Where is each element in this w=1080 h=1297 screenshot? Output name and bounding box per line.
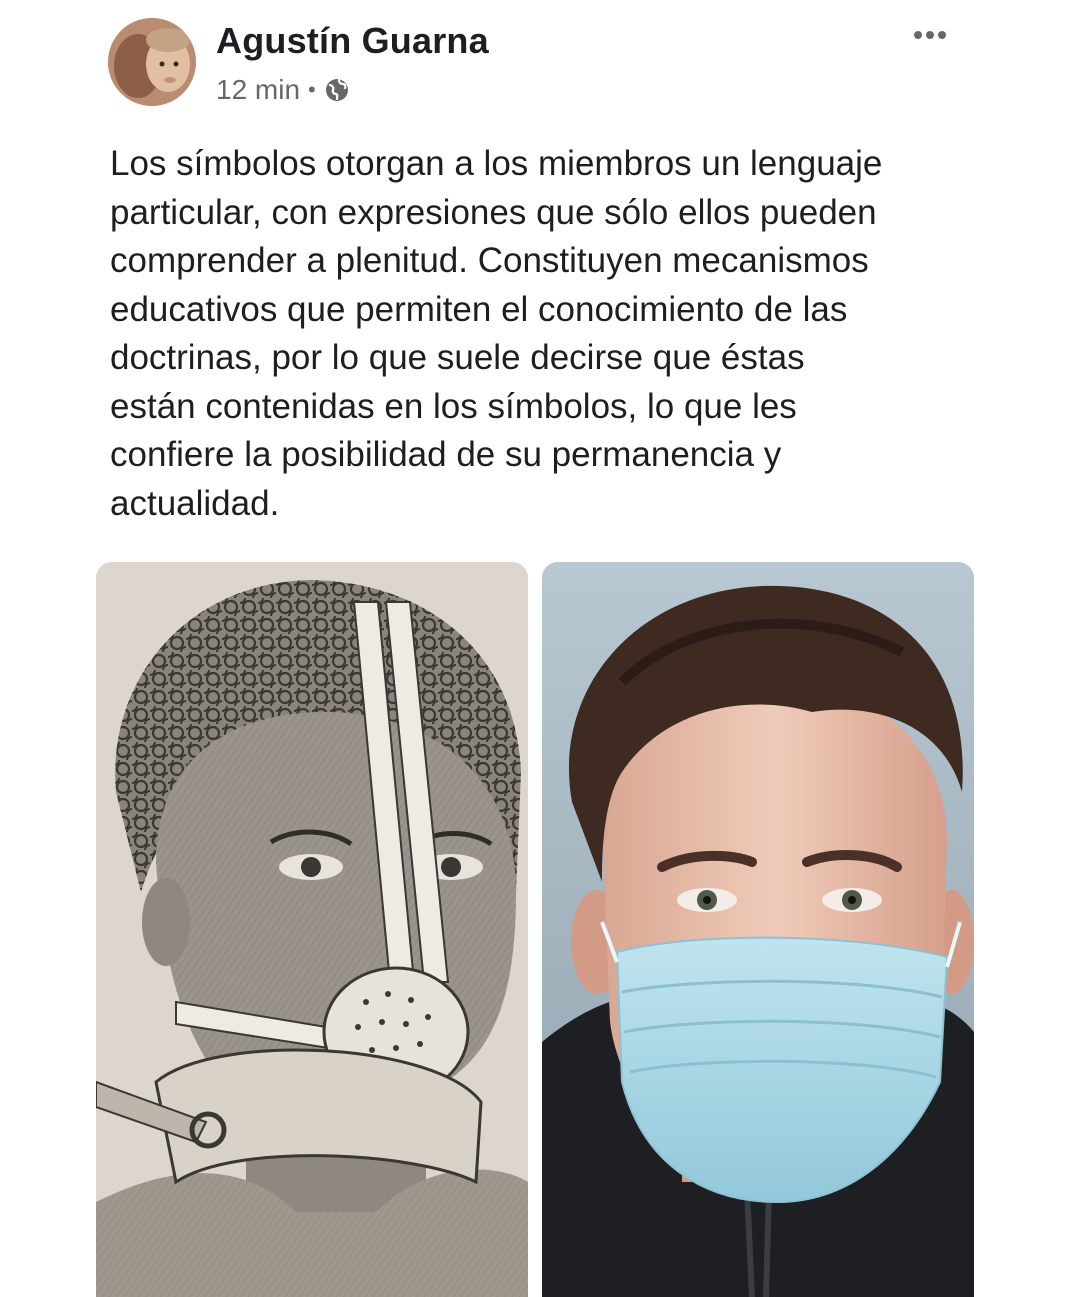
meta-separator: • [308,77,316,102]
post-meta: 12 min • [216,74,350,106]
more-options-icon[interactable] [908,20,952,50]
post-time[interactable]: 12 min [216,74,300,106]
globe-icon [324,77,350,103]
author-name[interactable]: Agustín Guarna [216,20,489,62]
avatar[interactable] [108,18,196,106]
post-header: Agustín Guarna 12 min • [108,18,968,108]
masked-man-photo[interactable] [542,562,974,1297]
avatar-image [108,18,196,106]
facebook-post: Agustín Guarna 12 min • Los símbolos oto… [0,0,1080,1297]
post-text: Los símbolos otorgan a los miembros un l… [110,144,883,523]
engraving-portrait-image[interactable] [96,562,528,1297]
